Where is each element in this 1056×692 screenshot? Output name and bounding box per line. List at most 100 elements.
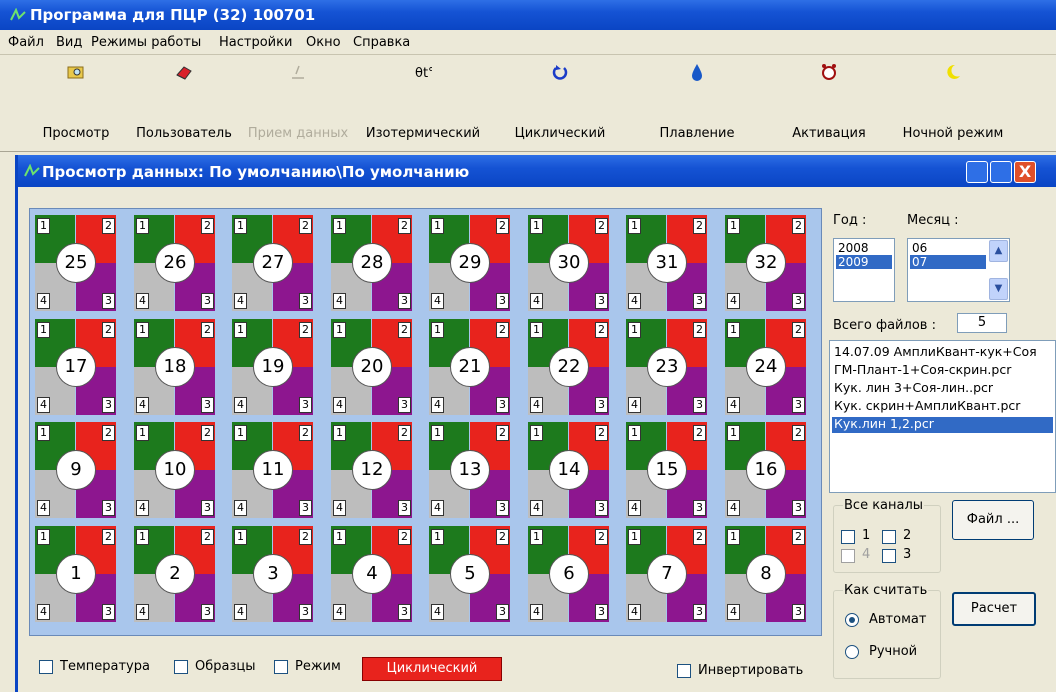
well-4[interactable]: 12344 (331, 526, 412, 622)
well-10[interactable]: 1 2 3 4 10 (134, 422, 215, 518)
well-6[interactable]: 1 2 3 46 (528, 526, 609, 622)
well-2[interactable]: 12342 (134, 526, 215, 622)
well-19[interactable]: 1 2 3 4 19 (232, 319, 313, 415)
toolbar-view-button[interactable]: Просмотр (36, 55, 116, 151)
well-5[interactable]: 1 2 3 45 (429, 526, 510, 622)
channel-corner-label: 4 (628, 397, 641, 413)
well-29[interactable]: 1 2 3 4 29 (429, 215, 510, 311)
month-option[interactable]: 06 (910, 241, 986, 255)
channel-corner-label: 2 (792, 322, 805, 338)
well-7[interactable]: 1 2 3 47 (626, 526, 707, 622)
channel-corner-label: 1 (234, 529, 247, 545)
well-20[interactable]: 1 2 3 4 20 (331, 319, 412, 415)
menu-help[interactable]: Справка (353, 35, 410, 50)
channel-corner-label: 3 (496, 500, 509, 516)
mode-checkbox[interactable] (274, 660, 288, 674)
channel-corner-label: 3 (792, 397, 805, 413)
channel-corner-label: 2 (595, 529, 608, 545)
channel-corner-label: 2 (299, 218, 312, 234)
well-27[interactable]: 1 2 3 4 27 (232, 215, 313, 311)
well-18[interactable]: 1 2 3 4 18 (134, 319, 215, 415)
channel-corner-label: 2 (792, 425, 805, 441)
well-17[interactable]: 1 2 3 4 17 (35, 319, 116, 415)
channel-corner-label: 1 (727, 218, 740, 234)
count-manual-radio[interactable] (845, 645, 859, 659)
menu-file[interactable]: Файл (8, 35, 44, 50)
count-mode-title: Как считать (843, 583, 929, 598)
channel-4-checkbox[interactable] (841, 549, 855, 563)
file-item[interactable]: Кук. лин 3+Соя-лин..pcr (832, 381, 1053, 395)
channel-1-checkbox[interactable] (841, 530, 855, 544)
channel-corner-label: 1 (136, 529, 149, 545)
invert-label: Инвертировать (698, 663, 804, 678)
scroll-down-icon[interactable]: ▼ (989, 278, 1008, 300)
count-mode-group (833, 590, 941, 679)
toolbar-night-button[interactable]: Ночной режим (897, 55, 1009, 151)
toolbar-melting-button[interactable]: Плавление (647, 55, 747, 151)
well-32[interactable]: 1 2 3 4 32 (725, 215, 806, 311)
maximize-button[interactable] (990, 161, 1012, 183)
toolbar-view-label: Просмотр (42, 126, 110, 141)
well-22[interactable]: 1 2 3 4 22 (528, 319, 609, 415)
well-21[interactable]: 1 2 3 4 21 (429, 319, 510, 415)
file-item[interactable]: Кук. скрин+АмплиКвант.pcr (832, 399, 1053, 413)
channel-corner-label: 4 (727, 500, 740, 516)
menu-settings[interactable]: Настройки (219, 35, 292, 50)
well-9[interactable]: 1 2 3 49 (35, 422, 116, 518)
channel-corner-label: 1 (628, 218, 641, 234)
year-option[interactable]: 2008 (836, 241, 892, 255)
well-28[interactable]: 1 2 3 4 28 (331, 215, 412, 311)
channel-corner-label: 2 (201, 218, 214, 234)
well-16[interactable]: 1 2 3 4 16 (725, 422, 806, 518)
well-12[interactable]: 1 2 3 4 12 (331, 422, 412, 518)
file-item[interactable]: 14.07.09 АмплиКвант-кук+Соя (832, 345, 1053, 359)
well-3[interactable]: 12343 (232, 526, 313, 622)
well-30[interactable]: 1 2 3 4 30 (528, 215, 609, 311)
file-item[interactable]: ГМ-Плант-1+Соя-скрин.pcr (832, 363, 1053, 377)
well-1[interactable]: 12341 (35, 526, 116, 622)
channel-corner-label: 1 (333, 218, 346, 234)
close-button[interactable]: X (1014, 161, 1036, 183)
year-option-selected[interactable]: 2009 (836, 255, 892, 269)
well-13[interactable]: 1 2 3 4 13 (429, 422, 510, 518)
temperature-checkbox[interactable] (39, 660, 53, 674)
file-button[interactable]: Файл ... (952, 500, 1034, 540)
count-auto-radio[interactable] (845, 613, 859, 627)
toolbar-cyclic-button[interactable]: Циклический (510, 55, 610, 151)
channel-3-checkbox[interactable] (882, 549, 896, 563)
month-option-selected[interactable]: 07 (910, 255, 986, 269)
well-8[interactable]: 1 2 3 48 (725, 526, 806, 622)
channel-corner-label: 3 (201, 604, 214, 620)
well-24[interactable]: 1 2 3 4 24 (725, 319, 806, 415)
calc-button[interactable]: Расчет (952, 592, 1036, 626)
channel-corner-label: 4 (333, 500, 346, 516)
invert-checkbox[interactable] (677, 664, 691, 678)
channel-corner-label: 4 (431, 397, 444, 413)
file-list[interactable]: 14.07.09 АмплиКвант-кук+Соя ГМ-Плант-1+С… (829, 340, 1056, 493)
well-14[interactable]: 1 2 3 4 14 (528, 422, 609, 518)
menu-modes[interactable]: Режимы работы (91, 35, 201, 50)
menu-view[interactable]: Вид (56, 35, 82, 50)
month-list[interactable]: 06 07 ▲ ▼ (907, 238, 1010, 302)
toolbar-receive-button[interactable]: Прием данных (237, 55, 359, 151)
well-number: 8 (746, 554, 786, 594)
minimize-button[interactable] (966, 161, 988, 183)
samples-checkbox[interactable] (174, 660, 188, 674)
channel-corner-label: 4 (37, 604, 50, 620)
channel-2-checkbox[interactable] (882, 530, 896, 544)
channel-corner-label: 4 (530, 397, 543, 413)
toolbar-activation-button[interactable]: Активация (784, 55, 874, 151)
toolbar-isothermal-button[interactable]: θt° Изотермический (359, 55, 487, 151)
menu-window[interactable]: Окно (306, 35, 341, 50)
channel-corner-label: 2 (693, 425, 706, 441)
well-31[interactable]: 1 2 3 4 31 (626, 215, 707, 311)
well-25[interactable]: 1 2 3 4 25 (35, 215, 116, 311)
scroll-up-icon[interactable]: ▲ (989, 240, 1008, 262)
well-15[interactable]: 1 2 3 4 15 (626, 422, 707, 518)
well-11[interactable]: 1 2 3 4 11 (232, 422, 313, 518)
file-item-selected[interactable]: Кук.лин 1,2.pcr (832, 417, 1053, 433)
well-26[interactable]: 1 2 3 4 26 (134, 215, 215, 311)
well-23[interactable]: 1 2 3 4 23 (626, 319, 707, 415)
toolbar-user-button[interactable]: Пользователь (131, 55, 237, 151)
year-list[interactable]: 2008 2009 (833, 238, 895, 302)
